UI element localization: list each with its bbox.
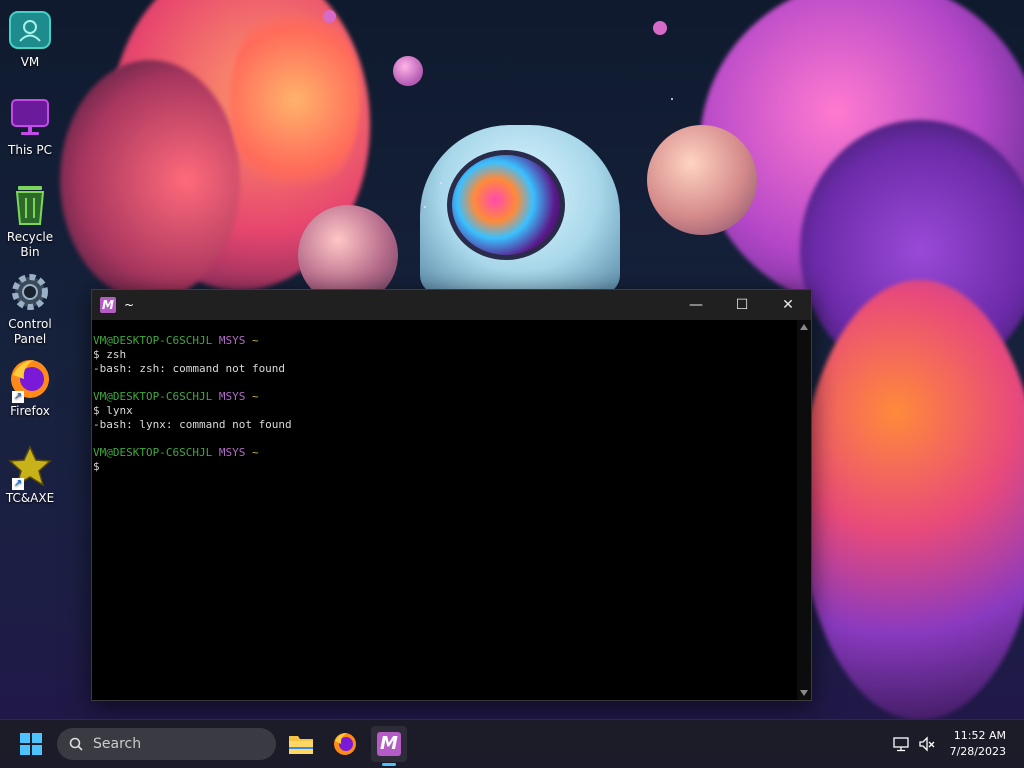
taskbar-file-explorer[interactable] xyxy=(283,726,319,762)
gear-icon xyxy=(8,270,52,314)
desktop-icon-control-panel[interactable]: Control Panel xyxy=(0,270,60,347)
desktop-icon-tc-axe[interactable]: ↗ TC&AXE xyxy=(0,444,60,506)
command-line: $ zsh xyxy=(93,348,127,361)
prompt-env: MSYS xyxy=(218,446,246,459)
prompt-user: VM@DESKTOP-C6SCHJL xyxy=(93,390,213,403)
maximize-button[interactable]: ☐ xyxy=(719,290,765,320)
command-line: $ xyxy=(93,460,100,473)
shortcut-arrow-icon: ↗ xyxy=(12,478,24,490)
prompt-user: VM@DESKTOP-C6SCHJL xyxy=(93,446,213,459)
clock-time: 11:52 AM xyxy=(953,729,1006,742)
taskbar-msys2[interactable]: M xyxy=(371,726,407,766)
desktop-icon-firefox[interactable]: ↗ Firefox xyxy=(0,357,60,419)
volume-muted-icon[interactable] xyxy=(918,735,936,753)
clock-date: 7/28/2023 xyxy=(949,745,1006,758)
taskbar-clock[interactable]: 11:52 AM 7/28/2023 xyxy=(950,728,1006,760)
search-input[interactable]: Search xyxy=(57,728,276,760)
recycle-bin-icon xyxy=(8,183,52,227)
desktop-icon-vm[interactable]: VM xyxy=(0,8,60,70)
prompt-env: MSYS xyxy=(218,390,246,403)
desktop-icon-label: Control Panel xyxy=(8,317,52,346)
folder-icon xyxy=(289,736,313,754)
output-line: -bash: lynx: command not found xyxy=(93,418,292,431)
active-indicator xyxy=(382,763,396,766)
desktop-icon-recycle-bin[interactable]: Recycle Bin xyxy=(0,183,60,260)
prompt-env: MSYS xyxy=(218,334,246,347)
prompt-user: VM@DESKTOP-C6SCHJL xyxy=(93,334,213,347)
prompt-path: ~ xyxy=(251,334,259,347)
terminal-output[interactable]: VM@DESKTOP-C6SCHJL MSYS ~ $ zsh -bash: zsh… xyxy=(92,320,797,700)
start-button[interactable] xyxy=(20,733,42,755)
scroll-up-icon[interactable] xyxy=(800,324,808,330)
desktop-icon-label: Recycle Bin xyxy=(6,230,54,259)
desktop-icon-label: TC&AXE xyxy=(5,491,55,505)
user-folder-icon xyxy=(8,8,52,52)
system-tray: 11:52 AM 7/28/2023 xyxy=(892,720,1006,768)
close-button[interactable]: ✕ xyxy=(765,290,811,320)
desktop-icon-label: VM xyxy=(20,55,40,69)
output-line: -bash: zsh: command not found xyxy=(93,362,286,375)
prompt-path: ~ xyxy=(251,446,259,459)
prompt-line: VM@DESKTOP-C6SCHJL MSYS ~ xyxy=(93,390,797,404)
search-placeholder: Search xyxy=(93,736,142,752)
prompt-line: VM@DESKTOP-C6SCHJL MSYS ~ xyxy=(93,334,797,348)
taskbar: Search M 11:52 AM 7/28/2023 xyxy=(0,719,1024,768)
prompt-line: VM@DESKTOP-C6SCHJL MSYS ~ xyxy=(93,446,797,460)
desktop-icon-label: This PC xyxy=(8,143,52,157)
command-line: $ lynx xyxy=(93,404,133,417)
scroll-down-icon[interactable] xyxy=(800,690,808,696)
shortcut-arrow-icon: ↗ xyxy=(12,391,24,403)
firefox-icon xyxy=(334,733,356,755)
window-title: ~ xyxy=(124,298,135,312)
msys-icon: M xyxy=(377,732,401,756)
windows-logo-icon xyxy=(20,733,30,743)
terminal-scrollbar[interactable] xyxy=(797,320,811,700)
monitor-icon xyxy=(8,96,52,140)
prompt-path: ~ xyxy=(251,390,259,403)
terminal-window[interactable]: M ~ — ☐ ✕ VM@DESKTOP-C6SCHJL MSYS ~ $ zsh… xyxy=(91,289,812,701)
minimize-button[interactable]: — xyxy=(673,290,719,320)
desktop-icon-label: Firefox xyxy=(10,404,50,418)
desktop-icon-this-pc[interactable]: This PC xyxy=(0,96,60,158)
taskbar-firefox[interactable] xyxy=(327,726,363,762)
star-icon: ↗ xyxy=(8,444,52,490)
msys-icon: M xyxy=(100,297,116,313)
network-icon[interactable] xyxy=(892,735,910,753)
search-icon xyxy=(69,737,83,751)
firefox-icon: ↗ xyxy=(8,357,52,403)
terminal-titlebar[interactable]: M ~ — ☐ ✕ xyxy=(92,290,811,320)
